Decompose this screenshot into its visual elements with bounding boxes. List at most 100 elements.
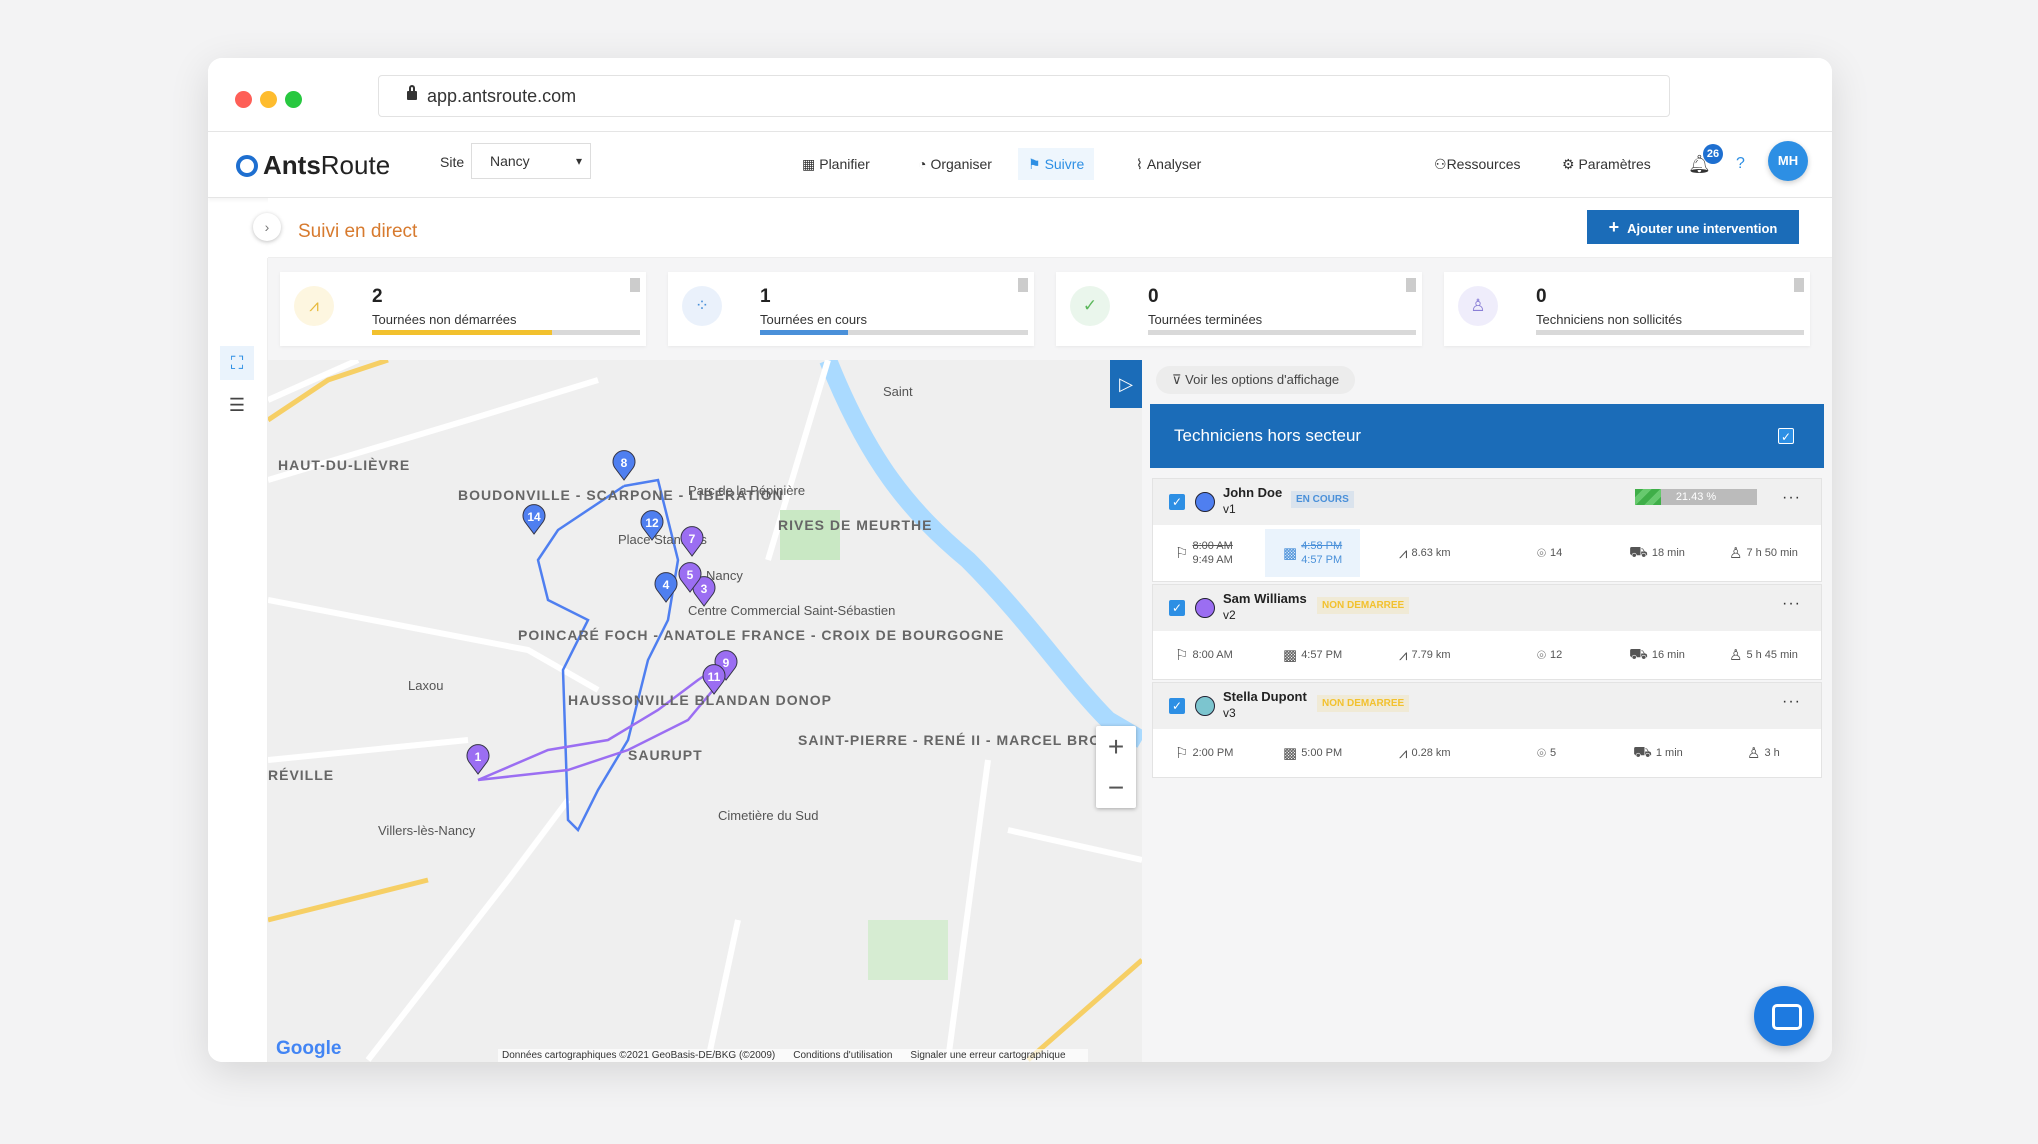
status-badge: NON DEMARREE xyxy=(1317,597,1410,614)
report-error-link[interactable]: Signaler une erreur cartographique xyxy=(910,1050,1065,1061)
site-select[interactable]: Nancy ▾ xyxy=(471,143,591,179)
stat-progress-bar xyxy=(760,330,1028,335)
main-content: ⩘ 2 Tournées non démarrées ⁘ 1 Tournées … xyxy=(268,258,1832,1062)
distance: ⩘ 7.79 km xyxy=(1399,631,1451,679)
map[interactable]: HAUT-DU-LIÈVRE BOUDONVILLE - SCARPONE - L… xyxy=(268,360,1142,1062)
planned-end: 4:58 PM xyxy=(1301,540,1343,552)
marker-number: 12 xyxy=(645,516,659,530)
panel-toggle-button[interactable]: ▷ xyxy=(1110,360,1142,408)
card-menu-handle[interactable] xyxy=(1406,278,1416,292)
more-options-button[interactable]: ··· xyxy=(1782,693,1801,711)
stat-card-in-progress[interactable]: ⁘ 1 Tournées en cours xyxy=(668,272,1034,346)
google-logo: Google xyxy=(276,1038,342,1059)
car-icon: ⛟ xyxy=(1629,645,1648,663)
flag-icon: ⚐ xyxy=(1175,745,1189,762)
map-label: SAINT-PIERRE - RENÉ II - MARCEL BROT xyxy=(798,732,1111,748)
drive-time: ⛟ 1 min xyxy=(1633,729,1683,777)
card-menu-handle[interactable] xyxy=(1018,278,1028,292)
terms-link[interactable]: Conditions d'utilisation xyxy=(793,1050,892,1061)
sidebar-toggle-chevron-icon[interactable]: › xyxy=(253,213,281,241)
stat-label: Tournées en cours xyxy=(760,312,867,327)
stops-value: 5 xyxy=(1550,747,1557,759)
technician-row-john-doe[interactable]: ✓ John Doe v1 EN COURS 21.43 % ··· ⚐ 8:00 … xyxy=(1152,478,1822,582)
more-options-button[interactable]: ··· xyxy=(1782,595,1801,613)
stat-progress-bar xyxy=(1148,330,1416,335)
technician-color-dot xyxy=(1195,492,1215,512)
status-badge: EN COURS xyxy=(1291,491,1354,508)
logo-text: Ants xyxy=(263,150,321,180)
distance: ⩘ 8.63 km xyxy=(1399,525,1451,581)
stat-progress-fill xyxy=(760,330,849,335)
maximize-window-button[interactable] xyxy=(285,91,302,108)
minimize-window-button[interactable] xyxy=(260,91,277,108)
more-options-button[interactable]: ··· xyxy=(1782,489,1801,507)
section-header: Techniciens hors secteur ✓ xyxy=(1150,404,1824,468)
marker-number: 3 xyxy=(701,582,708,596)
check-circle-icon: ✓ xyxy=(1070,286,1110,326)
map-label: RÉVILLE xyxy=(268,767,334,783)
planned-start: 8:00 AM xyxy=(1192,540,1233,552)
drive-value: 1 min xyxy=(1655,747,1683,759)
map-label: Villers-lès-Nancy xyxy=(378,823,476,838)
technician-row-stella-dupont[interactable]: ✓ Stella Dupont v3 NON DEMARREE ··· ⚐ 2:00… xyxy=(1152,682,1822,778)
distance-value: 7.79 km xyxy=(1411,649,1451,661)
drive-time: ⛟ 16 min xyxy=(1629,631,1685,679)
chat-button[interactable] xyxy=(1754,986,1814,1046)
technician-checkbox[interactable]: ✓ xyxy=(1169,600,1185,616)
nav-label: Suivre xyxy=(1044,156,1085,172)
notification-badge: 26 xyxy=(1703,144,1723,164)
pin-icon: ⌾ xyxy=(1537,544,1547,562)
app-header: AntsRoute Site Nancy ▾ ▦ Planifier ◔ Organi… xyxy=(208,132,1832,198)
section-checkbox[interactable]: ✓ xyxy=(1778,428,1794,444)
avatar[interactable]: MH xyxy=(1768,141,1808,181)
card-menu-handle[interactable] xyxy=(1794,278,1804,292)
car-icon: ⛟ xyxy=(1633,743,1652,761)
nav-label: Analyser xyxy=(1146,156,1202,172)
marker-number: 14 xyxy=(527,510,541,524)
nav-organiser[interactable]: ◔ Organiser xyxy=(908,148,1002,180)
signpost-icon: ⚑ xyxy=(1028,156,1041,172)
help-button[interactable]: ? xyxy=(1736,148,1745,180)
work-time: ♙ 5 h 45 min xyxy=(1729,631,1798,679)
map-label: Cimetière du Sud xyxy=(718,808,818,823)
stat-card-unsolicited[interactable]: ♙ 0 Techniciens non sollicités xyxy=(1444,272,1810,346)
technician-checkbox[interactable]: ✓ xyxy=(1169,494,1185,510)
page-title: Suivi en direct xyxy=(298,221,418,242)
stat-card-finished[interactable]: ✓ 0 Tournées terminées xyxy=(1056,272,1422,346)
map-view-icon[interactable]: ⛶ xyxy=(220,346,254,380)
url-text: app.antsroute.com xyxy=(427,86,577,106)
resources-link[interactable]: ⚇Ressources xyxy=(1434,148,1520,180)
gear-icon: ⚙ xyxy=(1562,156,1579,172)
zoom-in-button[interactable]: + xyxy=(1096,726,1136,767)
list-view-icon[interactable]: ☰ xyxy=(220,388,254,422)
technician-name: John Doe xyxy=(1223,485,1283,500)
nav-suivre[interactable]: ⚑ Suivre xyxy=(1018,148,1095,180)
map-label: Parc de la Pépinière xyxy=(688,483,805,498)
display-options-button[interactable]: ⊽ Voir les options d'affichage xyxy=(1156,366,1356,394)
technicians-panel: ⊽ Voir les options d'affichage Technicie… xyxy=(1150,360,1832,1062)
filter-icon: ⊽ xyxy=(1172,372,1186,387)
map-label: RIVES DE MEURTHE xyxy=(778,517,932,533)
map-canvas[interactable]: HAUT-DU-LIÈVREBOUDONVILLE - SCARPONE - L… xyxy=(268,360,1142,1062)
flag-icon: ⚐ xyxy=(1175,545,1189,562)
close-window-button[interactable] xyxy=(235,91,252,108)
technician-checkbox[interactable]: ✓ xyxy=(1169,698,1185,714)
user-gear-icon: ⚇ xyxy=(1434,156,1447,172)
checkered-flag-icon: ▩ xyxy=(1283,545,1298,562)
antsroute-logo[interactable]: AntsRoute xyxy=(236,150,390,181)
nav-planifier[interactable]: ▦ Planifier xyxy=(792,148,880,180)
stat-card-not-started[interactable]: ⩘ 2 Tournées non démarrées xyxy=(280,272,646,346)
map-label: HAUT-DU-LIÈVRE xyxy=(278,457,410,473)
settings-link[interactable]: ⚙ Paramètres xyxy=(1562,148,1651,180)
zoom-out-button[interactable]: − xyxy=(1096,767,1136,808)
technician-row-sam-williams[interactable]: ✓ Sam Williams v2 NON DEMARREE ··· ⚐ 8:00 … xyxy=(1152,584,1822,680)
stat-progress-fill xyxy=(372,330,552,335)
address-bar[interactable]: app.antsroute.com xyxy=(378,75,1670,117)
actual-start: 9:49 AM xyxy=(1192,554,1233,566)
nav-analyser[interactable]: ⌇ Analyser xyxy=(1126,148,1211,180)
stat-label: Tournées terminées xyxy=(1148,312,1263,327)
stops: ⌾ 14 xyxy=(1537,525,1562,581)
end-value: 5:00 PM xyxy=(1301,747,1343,759)
card-menu-handle[interactable] xyxy=(630,278,640,292)
add-intervention-button[interactable]: + Ajouter une intervention xyxy=(1587,210,1799,244)
